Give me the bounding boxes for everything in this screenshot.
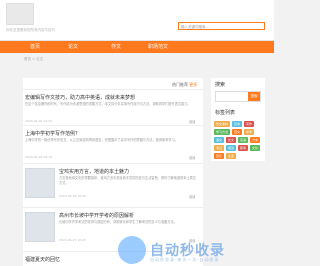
article-title[interactable]: 宝鸡实用方言，地道的本土魅力: [59, 168, 129, 175]
divider: [23, 207, 203, 208]
article-summary: 上海中学的一篇优秀写作范文，从立意到结构再到语言，完整展示了高中写作的思路与方法…: [25, 138, 178, 142]
sidebar-search-title: 搜索: [215, 82, 226, 88]
tag-item[interactable]: 论文: [226, 137, 237, 143]
nav-item-workplace[interactable]: 职场范文: [148, 41, 168, 53]
tag-item[interactable]: 文化: [250, 145, 261, 151]
article-date: 2023-04-29 08:15: [25, 155, 53, 159]
tag-cloud: 作文素材 高考 写作学习方法 范文 中学语文 论文 英语 方言考试 阅读 职场 文化回忆 生活: [211, 119, 265, 161]
article-date: 2023-04-27 10:05: [59, 238, 87, 242]
list-item[interactable]: 宝鸡实用方言，地道的本土魅力 方言是地域文化的重要载体，宝鸡方言中蕴含着丰富的历…: [25, 168, 201, 202]
article-title[interactable]: 宏编辑写作文技巧，助力高中英语，成就未来梦想: [25, 94, 135, 101]
article-thumbnail[interactable]: [25, 168, 55, 198]
sidebar-search: 搜索: [215, 91, 261, 102]
article-summary: 长坡中学开学考试的安排与原因分析，帮助家长和学生了解考试的意义与准备方法。: [59, 220, 177, 224]
sidebar-tags-title: 标签列表: [215, 110, 236, 116]
tag-item[interactable]: 回忆: [214, 153, 225, 159]
nav-item-essays[interactable]: 作文: [111, 41, 121, 53]
article-summary: 在这个信息爆炸的时代，写作成为传递思想的重要方式，本文将分享实用写作技巧与方法，…: [25, 102, 191, 106]
article-summary: 方言是地域文化的重要载体，宝鸡方言中蕴含着丰富的历史与生活智慧，带你了解地道的本…: [59, 176, 197, 185]
tag-item[interactable]: 高考: [232, 121, 243, 127]
article-date: 2023-04-28 16:42: [59, 194, 87, 198]
top-header: 你在这里看到的所有内容与技巧 输入关键词搜索...: [0, 0, 274, 41]
tag-item[interactable]: 作文素材: [214, 121, 231, 127]
article-date: 2023-04-30 12:20: [25, 119, 53, 123]
tag-item[interactable]: 生活: [226, 153, 237, 159]
tag-item[interactable]: 语文: [214, 137, 225, 143]
main-nav: 首页 论文 作文 职场范文: [0, 41, 274, 53]
tag-item[interactable]: 职场: [238, 145, 249, 151]
read-more-link[interactable]: 阅读: [189, 155, 195, 160]
divider: [23, 89, 203, 90]
watermark-logo-icon: [118, 236, 146, 264]
search-input[interactable]: 输入关键词搜索...: [178, 22, 265, 30]
watermark-subtitle: 自动秒收录·来访一次·自动收录: [150, 257, 220, 262]
tag-item[interactable]: 英语: [238, 137, 249, 143]
tag-item[interactable]: 写作: [244, 121, 255, 127]
tag-item[interactable]: 方言: [250, 137, 261, 143]
read-more-link[interactable]: 阅读: [189, 194, 195, 199]
divider: [23, 163, 203, 164]
tag-item[interactable]: 考试: [214, 145, 225, 151]
article-thumbnail[interactable]: [25, 212, 55, 242]
sidebar: 搜索 搜索 标签列表 作文素材 高考 写作学习方法 范文 中学语文 论文 英语 方言考试 阅读职…: [211, 78, 265, 161]
article-title[interactable]: 福建夏天的回忆: [25, 256, 60, 263]
site-tagline: 你在这里看到的所有内容与技巧: [6, 28, 55, 32]
sidebar-search-button[interactable]: 搜索: [248, 92, 260, 101]
tag-item[interactable]: 中学: [244, 129, 255, 135]
tag-item[interactable]: 范文: [232, 129, 243, 135]
nav-item-papers[interactable]: 论文: [68, 41, 78, 53]
nav-item-home[interactable]: 首页: [30, 41, 40, 53]
tag-item[interactable]: 阅读: [226, 145, 237, 151]
section-title: 热门推荐 更多: [172, 82, 198, 87]
read-more-link[interactable]: 阅读: [189, 119, 195, 124]
tag-item[interactable]: 学习方法: [214, 129, 231, 135]
divider: [23, 125, 203, 126]
article-title[interactable]: 高州市长坡中学开学考的原因解析: [59, 212, 134, 219]
sidebar-search-input[interactable]: [216, 92, 248, 101]
more-link[interactable]: 更多: [189, 82, 197, 87]
breadcrumb: 首页 > 论文: [24, 57, 44, 61]
site-logo[interactable]: [6, 3, 34, 25]
article-title[interactable]: 上海中学初学写作范例？: [25, 130, 80, 137]
